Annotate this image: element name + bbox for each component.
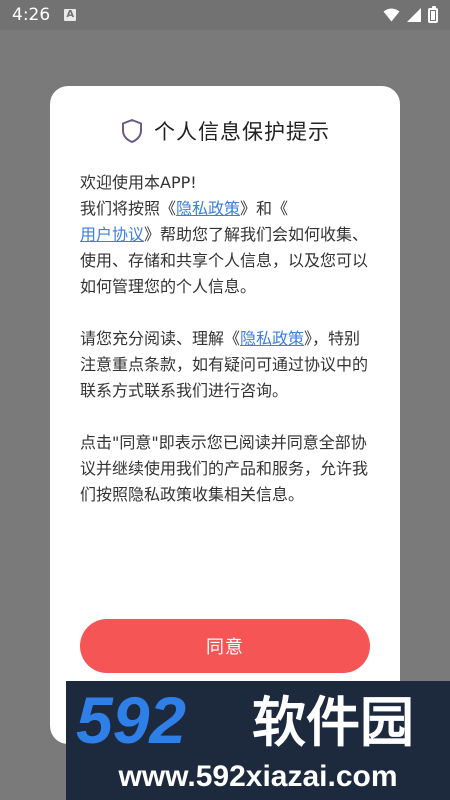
agree-button[interactable]: 同意 bbox=[80, 619, 370, 673]
dialog-header: 个人信息保护提示 bbox=[80, 116, 370, 146]
privacy-dialog: 个人信息保护提示 欢迎使用本APP! 我们将按照《隐私政策》和《 用户协议》帮助您… bbox=[50, 86, 400, 744]
watermark-banner: 592 软件园 www.592xiazai.com bbox=[66, 681, 450, 800]
intro-text-b: 》和《 bbox=[240, 199, 289, 218]
logo-digits: 592 bbox=[76, 683, 186, 757]
status-bar: 4:26 A bbox=[0, 0, 450, 30]
battery-icon bbox=[428, 5, 438, 23]
a-icon: A bbox=[64, 9, 77, 21]
shield-icon bbox=[122, 119, 142, 143]
watermark-url: www.592xiazai.com bbox=[118, 760, 398, 793]
dialog-title: 个人信息保护提示 bbox=[154, 120, 330, 144]
logo-chinese: 软件园 bbox=[252, 691, 414, 754]
status-time: 4:26 bbox=[12, 5, 51, 25]
privacy-policy-link[interactable]: 隐私政策 bbox=[176, 199, 240, 218]
intro-text-a: 我们将按照《 bbox=[80, 199, 177, 218]
wifi-icon bbox=[383, 8, 400, 22]
status-left: 4:26 A bbox=[12, 5, 77, 25]
intro-paragraph: 欢迎使用本APP! 我们将按照《隐私政策》和《 用户协议》帮助您了解我们会如何收集… bbox=[80, 170, 370, 300]
dialog-body: 欢迎使用本APP! 我们将按照《隐私政策》和《 用户协议》帮助您了解我们会如何收集… bbox=[80, 170, 370, 508]
privacy-policy-link-2[interactable]: 隐私政策 bbox=[240, 329, 304, 348]
user-agreement-link[interactable]: 用户协议 bbox=[80, 225, 144, 244]
watermark-logo: 592 软件园 bbox=[76, 683, 414, 757]
signal-icon bbox=[407, 8, 421, 22]
consent-paragraph: 点击"同意"即表示您已阅读并同意全部协议并继续使用我们的产品和服务，允许我们按照… bbox=[80, 430, 370, 508]
consent-text: 点击"同意"即表示您已阅读并同意全部协议并继续使用我们的产品和服务，允许我们按照… bbox=[80, 433, 369, 504]
status-right bbox=[383, 5, 438, 23]
read-paragraph: 请您充分阅读、理解《隐私政策》，特别注意重点条款，如有疑问可通过协议中的联系方式… bbox=[80, 326, 370, 404]
read-text-a: 请您充分阅读、理解《 bbox=[80, 329, 241, 348]
greeting-text: 欢迎使用本APP! bbox=[80, 173, 197, 192]
